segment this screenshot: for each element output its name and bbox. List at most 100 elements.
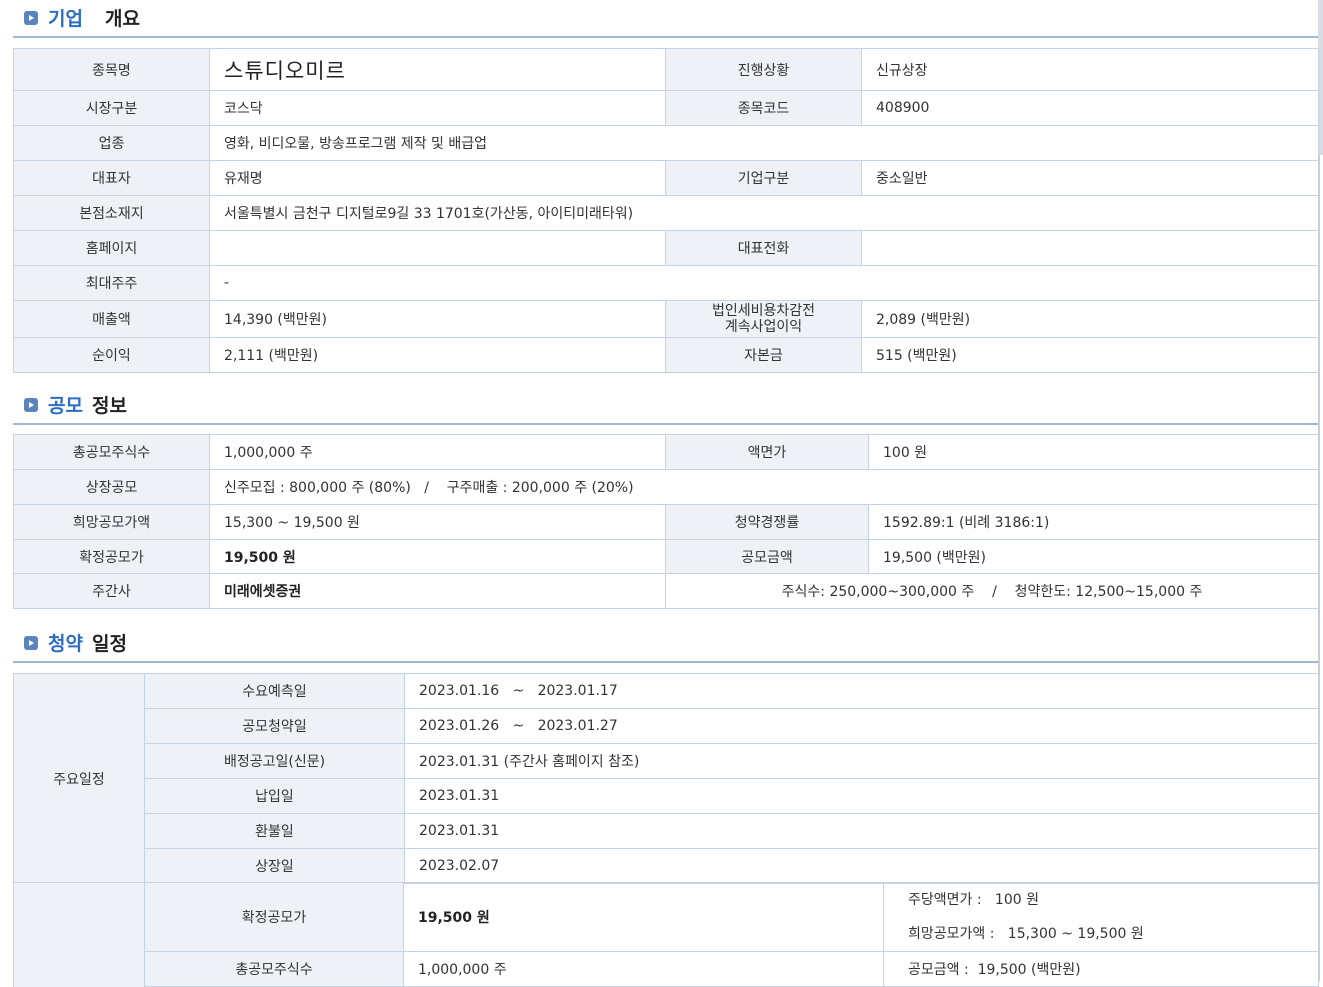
table-row: 대표자 유재명 기업구분 중소일반 — [13, 160, 1319, 196]
schedule-row-label: 상장일 — [144, 848, 405, 884]
schedule-row-label: 배정공고일(신문) — [144, 743, 405, 779]
summary-offer-amount: 공모금액 : 19,500 (백만원) — [883, 951, 1319, 987]
company-name: 스튜디오미르 — [209, 48, 666, 91]
final-price-label: 확정공모가 — [13, 539, 210, 574]
type-label: 기업구분 — [665, 160, 862, 196]
schedule-row-value: 2023.01.31 — [404, 778, 1319, 814]
table-row: 주간사 미래에셋증권 주식수: 250,000~300,000 주 / 청약한도… — [13, 573, 1319, 609]
section-title-text: 일정 — [92, 633, 127, 655]
section-title-schedule: 청약 일정 — [13, 625, 1318, 663]
schedule-row-value: 2023.02.07 — [404, 848, 1319, 884]
face-per-share: 주당액면가 : 100 원 — [908, 892, 1039, 908]
ceo-value: 유재명 — [209, 160, 666, 196]
summary-desired-price: 희망공모가액 : 15,300 ~ 19,500 원 — [908, 926, 1144, 942]
schedule-group-label: 주요일정 — [13, 673, 145, 884]
code-value: 408900 — [861, 90, 1319, 126]
netincome-label: 순이익 — [13, 337, 210, 373]
desired-price-label: 희망공모가액 — [13, 504, 210, 540]
schedule-row-label: 공모청약일 — [144, 708, 405, 744]
section-title-text: 정보 — [92, 395, 127, 417]
pretax-label-line2: 계속사업이익 — [724, 319, 803, 335]
summary-total-shares-value: 1,000,000 주 — [403, 951, 884, 987]
listing-offer-label: 상장공모 — [13, 469, 210, 505]
table-row: 납입일 2023.01.31 — [14, 778, 1319, 814]
phone-value — [861, 230, 1319, 266]
shareholder-label: 최대주주 — [13, 265, 210, 301]
table-row: 매출액 14,390 (백만원) 법인세비용차감전 계속사업이익 2,089 (… — [13, 300, 1319, 338]
competition-value: 1592.89:1 (비례 3186:1) — [868, 504, 1319, 540]
underwriter-label: 주간사 — [13, 573, 210, 609]
pretax-label: 법인세비용차감전 계속사업이익 — [665, 300, 862, 338]
company-table: 종목명 스튜디오미르 진행상황 신규상장 시장구분 코스닥 종목코드 40890… — [13, 48, 1319, 373]
section-title-accent: 기업 — [48, 8, 83, 30]
final-price-value: 19,500 원 — [209, 539, 666, 574]
summary-table: 확정공모가 19,500 원 주당액면가 : 100 원 희망공모가액 : 15… — [13, 882, 1319, 987]
schedule-row-label: 환불일 — [144, 813, 405, 849]
section-bullet-icon — [24, 636, 38, 650]
total-shares-value: 1,000,000 주 — [209, 434, 666, 470]
pretax-value: 2,089 (백만원) — [861, 300, 1319, 338]
homepage-link[interactable] — [209, 230, 666, 266]
listing-offer-value: 신주모집 : 800,000 주 (80%) / 구주매출 : 200,000 … — [209, 469, 1319, 505]
schedule-row-value: 2023.01.26 ~ 2023.01.27 — [404, 708, 1319, 744]
table-row: 종목명 스튜디오미르 진행상황 신규상장 — [13, 48, 1319, 91]
summary-final-price-value: 19,500 원 — [403, 882, 884, 952]
face-value-value: 100 원 — [868, 434, 1319, 470]
summary-group-label — [13, 882, 145, 987]
offering-table: 총공모주식수 1,000,000 주 액면가 100 원 상장공모 신주모집 :… — [13, 434, 1319, 609]
table-row: 총공모주식수 1,000,000 주 액면가 100 원 — [13, 434, 1319, 470]
table-row: 최대주주 - — [13, 265, 1319, 301]
offer-amount-label: 공모금액 — [665, 539, 869, 574]
phone-label: 대표전화 — [665, 230, 862, 266]
table-row: 상장공모 신주모집 : 800,000 주 (80%) / 구주매출 : 200… — [13, 469, 1319, 505]
capital-value: 515 (백만원) — [861, 337, 1319, 373]
schedule-row-value: 2023.01.31 — [404, 813, 1319, 849]
revenue-value: 14,390 (백만원) — [209, 300, 666, 338]
section-title-accent: 청약 — [48, 633, 83, 655]
name-label: 종목명 — [13, 48, 210, 91]
summary-total-shares-label: 총공모주식수 — [144, 951, 404, 987]
offer-amount-value: 19,500 (백만원) — [868, 539, 1319, 574]
summary-final-price-label: 확정공모가 — [144, 882, 404, 952]
schedule-row-label: 납입일 — [144, 778, 405, 814]
table-row: 확정공모가 19,500 원 공모금액 19,500 (백만원) — [13, 539, 1319, 574]
schedule-row-value: 2023.01.31 (주간사 홈페이지 참조) — [404, 743, 1319, 779]
table-row: 시장구분 코스닥 종목코드 408900 — [13, 90, 1319, 126]
section-title-offering: 공모 정보 — [13, 387, 1318, 425]
schedule-table: 주요일정 수요예측일 2023.01.16 ~ 2023.01.17 공모청약일… — [13, 673, 1319, 884]
address-label: 본점소재지 — [13, 195, 210, 231]
table-row: 순이익 2,111 (백만원) 자본금 515 (백만원) — [13, 337, 1319, 373]
industry-value: 영화, 비디오물, 방송프로그램 제작 및 배급업 — [209, 125, 1319, 161]
section-title-text: 개요 — [105, 8, 140, 30]
type-value: 중소일반 — [861, 160, 1319, 196]
table-row: 희망공모가액 15,300 ~ 19,500 원 청약경쟁률 1592.89:1… — [13, 504, 1319, 540]
table-row: 공모청약일 2023.01.26 ~ 2023.01.27 — [14, 708, 1319, 744]
capital-label: 자본금 — [665, 337, 862, 373]
table-row: 환불일 2023.01.31 — [14, 813, 1319, 849]
status-label: 진행상황 — [665, 48, 862, 91]
ceo-label: 대표자 — [13, 160, 210, 196]
netincome-value: 2,111 (백만원) — [209, 337, 666, 373]
underwriter-info: 주식수: 250,000~300,000 주 / 청약한도: 12,500~15… — [665, 573, 1319, 609]
table-row: 본점소재지 서울특별시 금천구 디지털로9길 33 1701호(가산동, 아이티… — [13, 195, 1319, 231]
table-row: 업종 영화, 비디오물, 방송프로그램 제작 및 배급업 — [13, 125, 1319, 161]
market-label: 시장구분 — [13, 90, 210, 126]
desired-price-value: 15,300 ~ 19,500 원 — [209, 504, 666, 540]
revenue-label: 매출액 — [13, 300, 210, 338]
pretax-label-line1: 법인세비용차감전 — [711, 303, 816, 319]
section-title-accent: 공모 — [48, 395, 83, 417]
table-row: 주요일정 수요예측일 2023.01.16 ~ 2023.01.17 — [13, 673, 1319, 884]
code-label: 종목코드 — [665, 90, 862, 126]
table-row: 총공모주식수 1,000,000 주 공모금액 : 19,500 (백만원) — [14, 951, 1319, 987]
underwriter-value: 미래에셋증권 — [209, 573, 666, 609]
shareholder-value: - — [209, 265, 1319, 301]
section-title-company: 기업 개요 — [13, 0, 1318, 38]
competition-label: 청약경쟁률 — [665, 504, 869, 540]
market-value: 코스닥 — [209, 90, 666, 126]
section-bullet-icon — [24, 11, 38, 25]
industry-label: 업종 — [13, 125, 210, 161]
summary-price-info: 주당액면가 : 100 원 희망공모가액 : 15,300 ~ 19,500 원 — [883, 882, 1319, 952]
table-row: 홈페이지 대표전화 — [13, 230, 1319, 266]
table-row: 배정공고일(신문) 2023.01.31 (주간사 홈페이지 참조) — [14, 743, 1319, 779]
homepage-label: 홈페이지 — [13, 230, 210, 266]
